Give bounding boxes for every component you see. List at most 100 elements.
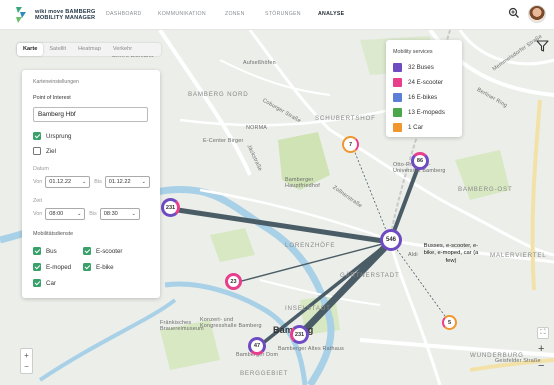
time-to-label: Bis — [89, 211, 97, 217]
map-label-norma: NORMA — [246, 125, 268, 131]
map-label-gaertnerstadt: GÄRTNERSTADT — [340, 272, 400, 279]
map-label-bamberg-ost: BAMBERG-OST — [458, 186, 513, 193]
escooter-label: E-scooter — [96, 247, 123, 255]
mobility-services-legend: Mobility services 32 Buses 24 E-scooter … — [386, 40, 462, 137]
car-label: Car — [46, 279, 56, 287]
node-231-west[interactable]: 231 — [161, 198, 180, 217]
legend-item-ebikes: 16 E-bikes — [393, 93, 437, 102]
service-emoped-option[interactable]: E-moped — [33, 263, 71, 271]
filter-icon[interactable] — [536, 40, 549, 52]
user-avatar[interactable] — [528, 5, 546, 23]
bus-checkbox[interactable] — [33, 247, 41, 255]
node-23[interactable]: 23 — [225, 273, 242, 290]
time-from-select[interactable]: 08:00 ⌄ — [45, 208, 86, 220]
zoom-in-button[interactable]: + — [538, 343, 544, 355]
date-from-label: Von — [33, 179, 43, 185]
tab-verkehr[interactable]: Verkehr — [107, 43, 138, 56]
legend-label: 32 Buses — [408, 64, 434, 71]
legend-label: 13 E-mopeds — [408, 109, 445, 116]
map-label-ecenter: E-Center Birger — [203, 138, 244, 144]
map-label-hauptfriedhof: Bamberger Hauptfriedhof — [285, 177, 320, 189]
legend-swatch — [393, 108, 402, 117]
left-zoom-out-icon[interactable]: − — [24, 361, 29, 372]
map-label-aldi: Aldi — [408, 252, 418, 258]
nav-analyse[interactable]: ANALYSE — [318, 11, 344, 17]
node-86[interactable]: 86 — [411, 152, 429, 170]
legend-label: 24 E-scooter — [408, 79, 444, 86]
ursprung-option[interactable]: Ursprung — [33, 132, 71, 140]
chevron-down-icon: ⌄ — [141, 179, 146, 185]
panel-heading: Karteneinstellungen — [33, 79, 79, 85]
date-to-label: Bis — [94, 179, 102, 185]
left-zoom-control[interactable]: + − — [20, 348, 33, 374]
node-47[interactable]: 47 — [248, 337, 266, 355]
nav-stoerungen[interactable]: STÖRUNGEN — [265, 11, 301, 17]
date-to-value: 01.12.22 — [108, 179, 131, 185]
legend-swatch — [393, 63, 402, 72]
emoped-label: E-moped — [46, 263, 72, 271]
map-label-inselstadt: INSELSTADT — [285, 305, 331, 312]
time-to-value: 08:30 — [103, 211, 118, 217]
legend-item-buses: 32 Buses — [393, 63, 434, 72]
map-label-malerviertel: MALERVIERTEL — [490, 252, 547, 259]
time-to-select[interactable]: 08:30 ⌄ — [99, 208, 140, 220]
date-from-value: 01.12.22 — [49, 179, 72, 185]
date-from-select[interactable]: 01.12.22 ⌄ — [45, 176, 91, 188]
car-checkbox[interactable] — [33, 279, 41, 287]
ebike-checkbox[interactable] — [83, 263, 91, 271]
service-car-option[interactable]: Car — [33, 279, 56, 287]
legend-swatch — [393, 78, 402, 87]
ziel-option[interactable]: Ziel — [33, 147, 56, 155]
ziel-checkbox[interactable] — [33, 147, 41, 155]
legend-item-emopeds: 13 E-mopeds — [393, 108, 445, 117]
search-zoom-icon[interactable] — [508, 7, 520, 19]
chevron-down-icon: ⌄ — [77, 211, 82, 217]
top-navigation: wiki move BAMBERG MOBILITY MANAGER DASHB… — [0, 0, 554, 30]
ebike-label: E-bike — [96, 263, 114, 271]
chevron-down-icon: ⌄ — [131, 211, 136, 217]
legend-item-escooter: 24 E-scooter — [393, 78, 443, 87]
brand-line-2: MOBILITY MANAGER — [35, 15, 96, 21]
ursprung-label: Ursprung — [46, 132, 72, 140]
escooter-checkbox[interactable] — [83, 247, 91, 255]
fullscreen-button[interactable]: ⛶ — [537, 327, 549, 339]
node-5[interactable]: 5 — [442, 315, 457, 330]
service-ebike-option[interactable]: E-bike — [83, 263, 114, 271]
bus-label: Bus — [46, 247, 57, 255]
date-to-select[interactable]: 01.12.22 ⌄ — [104, 176, 150, 188]
tab-karte[interactable]: Karte — [17, 43, 44, 56]
service-bus-option[interactable]: Bus — [33, 247, 57, 255]
tab-heatmap[interactable]: Heatmap — [72, 43, 107, 56]
node-7[interactable]: 7 — [342, 136, 359, 153]
time-range: Von 08:00 ⌄ Bis 08:30 ⌄ — [33, 208, 140, 220]
zeit-label: Zeit — [33, 198, 42, 204]
legend-title: Mobility services — [393, 49, 433, 55]
service-escooter-option[interactable]: E-scooter — [83, 247, 122, 255]
nav-dashboard[interactable]: DASHBOARD — [106, 11, 142, 17]
legend-label: 16 E-bikes — [408, 94, 438, 101]
poi-input[interactable]: Bamberg Hbf — [33, 107, 148, 122]
tab-satellit[interactable]: Satellit — [43, 43, 72, 56]
date-range: Von 01.12.22 ⌄ Bis 01.12.22 ⌄ — [33, 176, 150, 188]
legend-label: 1 Car — [408, 124, 424, 131]
nav-kommunikation[interactable]: KOMMUNIKATION — [158, 11, 206, 17]
map-label-bamberg-nord: BAMBERG NORD — [188, 91, 249, 98]
node-231-center[interactable]: 231 — [290, 325, 309, 344]
mobility-services-label: Mobilitätsdienste — [33, 231, 74, 237]
map-label-berggebiet: BERGGEBIET — [240, 370, 289, 377]
hub-node-546[interactable]: 546 — [380, 229, 402, 251]
brand[interactable]: wiki move BAMBERG MOBILITY MANAGER — [13, 5, 96, 25]
map-type-tabs: Karte Satellit Heatmap Verkehr — [17, 43, 161, 56]
zoom-out-button[interactable]: − — [538, 360, 544, 372]
ursprung-checkbox[interactable] — [33, 132, 41, 140]
hub-annotation: Busses, e-scooter, e-bike, e-moped, car … — [423, 243, 479, 264]
datum-label: Datum — [33, 166, 49, 172]
time-from-label: Von — [33, 211, 43, 217]
map-label-altes-rathaus: Bamberger Altes Rathaus — [278, 346, 345, 352]
left-zoom-in-icon[interactable]: + — [24, 350, 29, 361]
ziel-label: Ziel — [46, 147, 56, 155]
emoped-checkbox[interactable] — [33, 263, 41, 271]
nav-zonen[interactable]: ZONEN — [225, 11, 245, 17]
map-label-lorenzhoefe: LORENZHÖFE — [285, 242, 336, 249]
map-label-geisfelder: Geisfelder Straße — [495, 358, 541, 364]
